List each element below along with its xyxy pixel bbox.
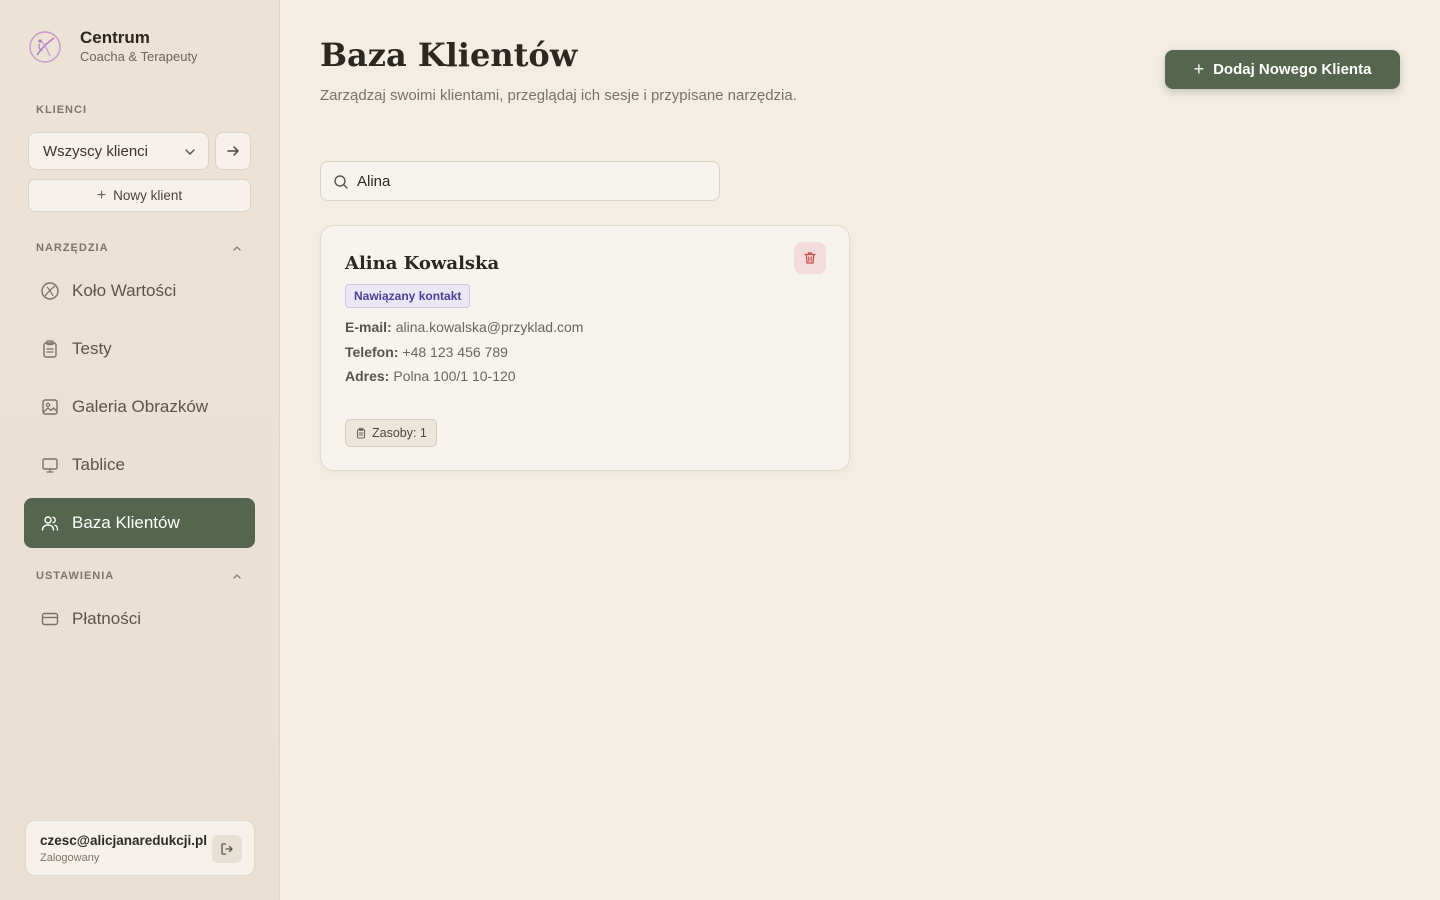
search-box (320, 161, 720, 201)
resources-badge: Zasoby: 1 (345, 419, 437, 447)
sidebar-item-label: Płatności (72, 609, 141, 628)
go-to-client-button[interactable] (215, 132, 251, 170)
section-label-settings: USTAWIENIA (36, 570, 115, 582)
sidebar-item-value-wheel[interactable]: Koło Wartości (24, 266, 255, 316)
search-icon (334, 175, 348, 189)
resources-count: Zasoby: 1 (372, 426, 427, 440)
arrow-right-icon (227, 146, 239, 156)
client-address-row: Adres: Polna 100/1 10-120 (345, 368, 516, 384)
sidebar-item-label: Galeria Obrazków (72, 397, 209, 416)
sidebar-item-boards[interactable]: Tablice (24, 440, 255, 490)
sidebar-item-image-gallery[interactable]: Galeria Obrazków (24, 382, 255, 432)
sidebar-item-tests[interactable]: Testy (24, 324, 255, 374)
client-email-row: E-mail: alina.kowalska@przyklad.com (345, 319, 583, 335)
brand[interactable]: Centrum Coacha & Terapeuty (28, 28, 198, 66)
new-client-button[interactable]: + Nowy klient (28, 179, 251, 212)
sidebar-item-label: Tablice (72, 455, 125, 474)
delete-client-button[interactable] (794, 242, 826, 274)
page-title: Baza Klientów (320, 36, 578, 74)
image-icon (42, 399, 58, 415)
sidebar-item-client-base[interactable]: Baza Klientów (24, 498, 255, 548)
client-select-value: Wszyscy klienci (43, 142, 149, 160)
value-wheel-icon (41, 282, 59, 300)
email-label: E-mail: (345, 319, 392, 335)
sidebar-item-label: Koło Wartości (72, 281, 177, 300)
add-client-button[interactable]: + Dodaj Nowego Klienta (1165, 50, 1400, 89)
phone-label: Telefon: (345, 344, 399, 360)
new-client-label: Nowy klient (113, 188, 183, 203)
user-email: czesc@alicjanaredukcji.pl (40, 833, 207, 848)
client-card[interactable]: Alina Kowalska Nawiązany kontakt E-mail:… (320, 225, 850, 471)
trash-icon (804, 252, 816, 264)
logout-icon (221, 843, 233, 855)
sidebar-item-label: Baza Klientów (72, 513, 180, 532)
sidebar-item-label: Testy (72, 339, 112, 358)
chevron-down-icon (185, 149, 195, 155)
client-email: alina.kowalska@przyklad.com (395, 319, 584, 335)
users-icon (41, 516, 59, 531)
client-address: Polna 100/1 10-120 (393, 368, 516, 384)
page-subtitle: Zarządzaj swoimi klientami, przeglądaj i… (320, 87, 797, 104)
chevron-up-icon[interactable] (231, 242, 243, 254)
plus-icon: + (96, 186, 107, 204)
board-icon (42, 458, 58, 473)
brand-subtitle: Coacha & Terapeuty (80, 49, 198, 64)
chevron-up-icon[interactable] (231, 570, 243, 582)
add-client-label: Dodaj Nowego Klienta (1213, 61, 1372, 78)
section-label-tools: NARZĘDZIA (36, 242, 109, 254)
clipboard-icon (43, 340, 57, 358)
client-name: Alina Kowalska (345, 253, 500, 274)
address-label: Adres: (345, 368, 390, 384)
clipboard-icon (356, 427, 366, 439)
sidebar: Centrum Coacha & Terapeuty KLIENCI Wszys… (0, 0, 280, 900)
sidebar-item-payments[interactable]: Płatności (24, 594, 255, 644)
brand-title: Centrum (80, 28, 150, 47)
client-phone: +48 123 456 789 (402, 344, 508, 360)
logout-button[interactable] (212, 835, 242, 863)
client-select[interactable]: Wszyscy klienci (28, 132, 209, 170)
client-phone-row: Telefon: +48 123 456 789 (345, 344, 508, 360)
plus-icon: + (1193, 59, 1205, 79)
user-card: czesc@alicjanaredukcji.pl Zalogowany (25, 820, 255, 876)
status-badge: Nawiązany kontakt (345, 284, 471, 308)
user-status: Zalogowany (40, 852, 100, 864)
brand-logo-icon (29, 31, 61, 63)
search-input[interactable] (357, 162, 707, 200)
credit-card-icon (41, 612, 59, 626)
section-label-clients: KLIENCI (36, 104, 87, 116)
